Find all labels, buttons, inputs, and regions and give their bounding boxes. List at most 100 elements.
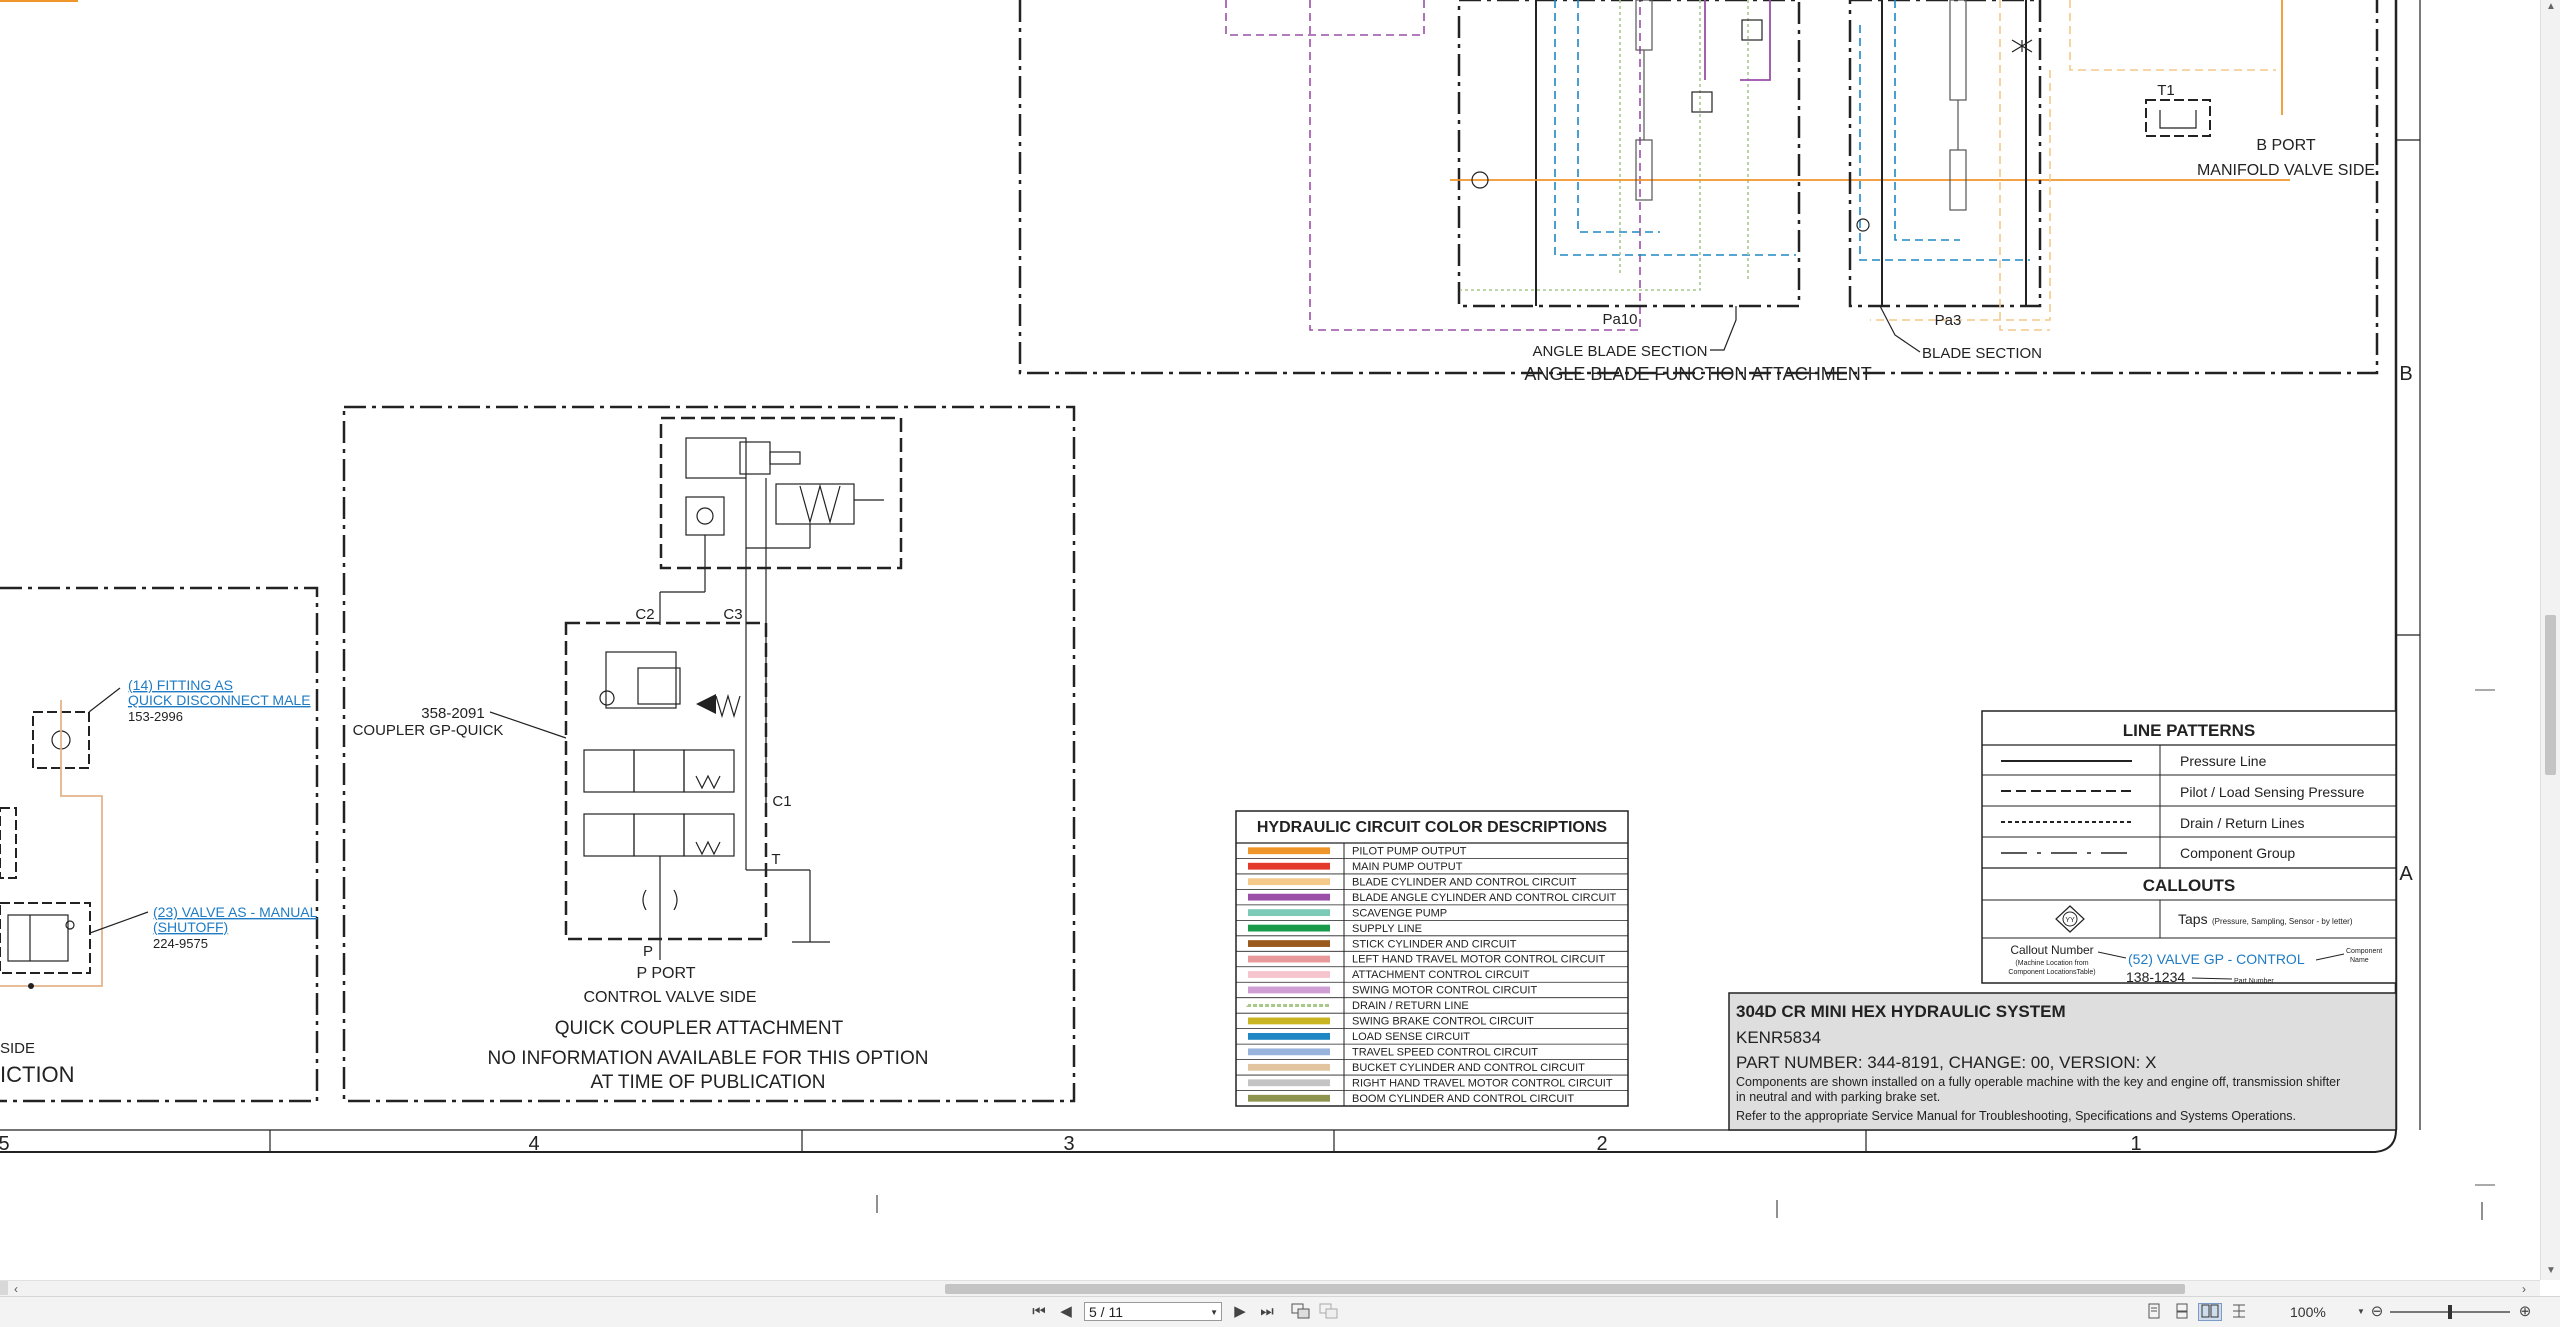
port-t: T bbox=[771, 851, 780, 868]
single-page-view-icon[interactable] bbox=[2144, 1303, 2164, 1321]
pattern-drain-line: Drain / Return Lines bbox=[2180, 815, 2305, 831]
zoom-in-button[interactable]: ⊕ bbox=[2516, 1303, 2534, 1321]
legend-label-0: PILOT PUMP OUTPUT bbox=[1352, 845, 1467, 857]
legend-swatch-16 bbox=[1248, 1095, 1330, 1102]
callout-number-label: Callout Number bbox=[2010, 943, 2093, 957]
fitting-callout-link[interactable]: (14) FITTING AS bbox=[128, 677, 233, 693]
legend-label-10: DRAIN / RETURN LINE bbox=[1352, 1000, 1469, 1012]
legend-swatch-4 bbox=[1248, 909, 1330, 916]
blade-section-label: BLADE SECTION bbox=[1922, 345, 2042, 362]
coupler-part-name: COUPLER GP-QUICK bbox=[353, 722, 504, 739]
angle-blade-function-title: ANGLE BLADE FUNCTION ATTACHMENT bbox=[1524, 364, 1871, 384]
page-marker bbox=[0, 0, 78, 2]
page-number-value: 5 / 11 bbox=[1089, 1304, 1123, 1320]
legend-swatch-1 bbox=[1248, 863, 1330, 870]
line-patterns-title: LINE PATTERNS bbox=[2123, 721, 2256, 740]
copy-icon[interactable] bbox=[1290, 1303, 1312, 1321]
part-number-label: Part Number bbox=[2234, 978, 2274, 985]
component-name-label-1: Component bbox=[2346, 948, 2382, 955]
example-part: 138-1234 bbox=[2126, 969, 2185, 985]
callout-number-note-2: Component LocationsTable) bbox=[2008, 969, 2095, 976]
b-port-label: B PORT bbox=[2256, 137, 2316, 154]
valve-name-link[interactable]: (SHUTOFF) bbox=[153, 919, 228, 935]
port-c2: C2 bbox=[635, 606, 654, 623]
zoom-level: 100% bbox=[2290, 1303, 2326, 1321]
legend-swatch-8 bbox=[1248, 971, 1330, 978]
title-block-doc-id: KENR5834 bbox=[1736, 1028, 1821, 1047]
callouts-title: CALLOUTS bbox=[2143, 876, 2236, 895]
zone-label-4: 4 bbox=[528, 1133, 539, 1155]
title-block-note-3: Refer to the appropriate Service Manual … bbox=[1736, 1109, 2296, 1123]
port-pa3: Pa3 bbox=[1935, 312, 1962, 329]
legend-swatch-7 bbox=[1248, 956, 1330, 963]
zone-label-5: 5 bbox=[0, 1133, 10, 1155]
component-name-label-2: Name bbox=[2350, 957, 2369, 964]
pattern-pilot-line: Pilot / Load Sensing Pressure bbox=[2180, 784, 2365, 800]
zone-label-a: A bbox=[2399, 863, 2413, 885]
horizontal-scroll-thumb[interactable] bbox=[945, 1284, 2185, 1294]
pattern-component-group: Component Group bbox=[2180, 845, 2295, 861]
zoom-dropdown-icon[interactable]: ▼ bbox=[2354, 1303, 2368, 1321]
pattern-pressure-line: Pressure Line bbox=[2180, 753, 2267, 769]
quick-coupler-note-1: NO INFORMATION AVAILABLE FOR THIS OPTION bbox=[488, 1048, 929, 1069]
zone-label-3: 3 bbox=[1063, 1133, 1074, 1155]
zone-label-1: 1 bbox=[2130, 1133, 2141, 1155]
legend-label-7: LEFT HAND TRAVEL MOTOR CONTROL CIRCUIT bbox=[1352, 954, 1606, 966]
p-port-label: P PORT bbox=[637, 965, 696, 982]
title-block-part-line: PART NUMBER: 344-8191, CHANGE: 00, VERSI… bbox=[1736, 1053, 2156, 1072]
vertical-scroll-thumb[interactable] bbox=[2545, 615, 2556, 775]
legend-label-6: STICK CYLINDER AND CIRCUIT bbox=[1352, 938, 1517, 950]
legend-swatch-3 bbox=[1248, 894, 1330, 901]
legend-label-14: BUCKET CYLINDER AND CONTROL CIRCUIT bbox=[1352, 1062, 1585, 1074]
fitting-name-link[interactable]: QUICK DISCONNECT MALE bbox=[128, 692, 311, 708]
horizontal-scrollbar[interactable]: ‹ › bbox=[0, 1280, 2540, 1297]
page-dropdown-caret-icon[interactable]: ▼ bbox=[1210, 1303, 1218, 1322]
color-legend: HYDRAULIC CIRCUIT COLOR DESCRIPTIONS PIL… bbox=[1236, 811, 1628, 1106]
legend-label-16: BOOM CYLINDER AND CONTROL CIRCUIT bbox=[1352, 1093, 1574, 1105]
scroll-corner bbox=[0, 1281, 8, 1295]
legend-swatch-12 bbox=[1248, 1033, 1330, 1040]
port-pa10: Pa10 bbox=[1602, 311, 1637, 328]
first-page-button[interactable]: ⏮ bbox=[1028, 1303, 1050, 1321]
title-block: 304D CR MINI HEX HYDRAULIC SYSTEM KENR58… bbox=[1729, 993, 2396, 1130]
scroll-left-icon[interactable]: ‹ bbox=[14, 1281, 18, 1297]
viewer-toolbar: ⏮ ◀ 5 / 11 ▼ ▶ ⏭ 100% ▼ ⊖ ⊕ bbox=[0, 1296, 2560, 1327]
taps-note: (Pressure, Sampling, Sensor - by letter) bbox=[2212, 917, 2353, 926]
vertical-scrollbar[interactable]: ▲ ▼ bbox=[2540, 0, 2560, 1280]
legend-swatch-0 bbox=[1248, 847, 1330, 854]
legend-label-4: SCAVENGE PUMP bbox=[1352, 907, 1447, 919]
quick-coupler-title: QUICK COUPLER ATTACHMENT bbox=[555, 1018, 844, 1039]
scroll-up-icon[interactable]: ▲ bbox=[2543, 0, 2559, 14]
continuous-view-icon[interactable] bbox=[2172, 1303, 2192, 1321]
legend-label-11: SWING BRAKE CONTROL CIRCUIT bbox=[1352, 1016, 1534, 1028]
scroll-down-icon[interactable]: ▼ bbox=[2543, 1264, 2559, 1278]
port-c1: C1 bbox=[772, 793, 791, 810]
legend-label-12: LOAD SENSE CIRCUIT bbox=[1352, 1031, 1470, 1043]
legend-swatch-9 bbox=[1248, 987, 1330, 994]
last-page-button[interactable]: ⏭ bbox=[1256, 1303, 1278, 1321]
legend-swatch-11 bbox=[1248, 1018, 1330, 1025]
legend-swatch-2 bbox=[1248, 878, 1330, 885]
port-p: P bbox=[643, 943, 653, 960]
legend-swatch-13 bbox=[1248, 1048, 1330, 1055]
page-number-input[interactable]: 5 / 11 ▼ bbox=[1084, 1302, 1222, 1321]
zoom-out-button[interactable]: ⊖ bbox=[2368, 1303, 2386, 1321]
valve-callout-link[interactable]: (23) VALVE AS - MANUAL bbox=[153, 904, 318, 920]
manifold-valve-side-label: MANIFOLD VALVE SIDE bbox=[2197, 162, 2375, 179]
callout-number-note-1: (Machine Location from bbox=[2015, 960, 2088, 967]
color-legend-title: HYDRAULIC CIRCUIT COLOR DESCRIPTIONS bbox=[1257, 819, 1608, 836]
two-page-view-icon[interactable] bbox=[2198, 1303, 2222, 1321]
scroll-view-icon[interactable] bbox=[2228, 1303, 2250, 1321]
line-patterns-legend: LINE PATTERNS Pressure Line Pilot / Load… bbox=[1982, 711, 2396, 985]
title-block-note-1: Components are shown installed on a full… bbox=[1736, 1075, 2340, 1089]
title-block-note-2: in neutral and with parking brake set. bbox=[1736, 1090, 1940, 1104]
scroll-right-icon[interactable]: › bbox=[2522, 1281, 2526, 1297]
paste-icon[interactable] bbox=[1318, 1303, 1340, 1321]
legend-swatch-6 bbox=[1248, 940, 1330, 947]
legend-label-8: ATTACHMENT CONTROL CIRCUIT bbox=[1352, 969, 1530, 981]
legend-swatch-5 bbox=[1248, 925, 1330, 932]
zoom-slider-handle[interactable] bbox=[2448, 1305, 2452, 1319]
previous-page-button[interactable]: ◀ bbox=[1056, 1303, 1076, 1321]
title-block-title: 304D CR MINI HEX HYDRAULIC SYSTEM bbox=[1736, 1002, 2066, 1021]
next-page-button[interactable]: ▶ bbox=[1230, 1303, 1250, 1321]
